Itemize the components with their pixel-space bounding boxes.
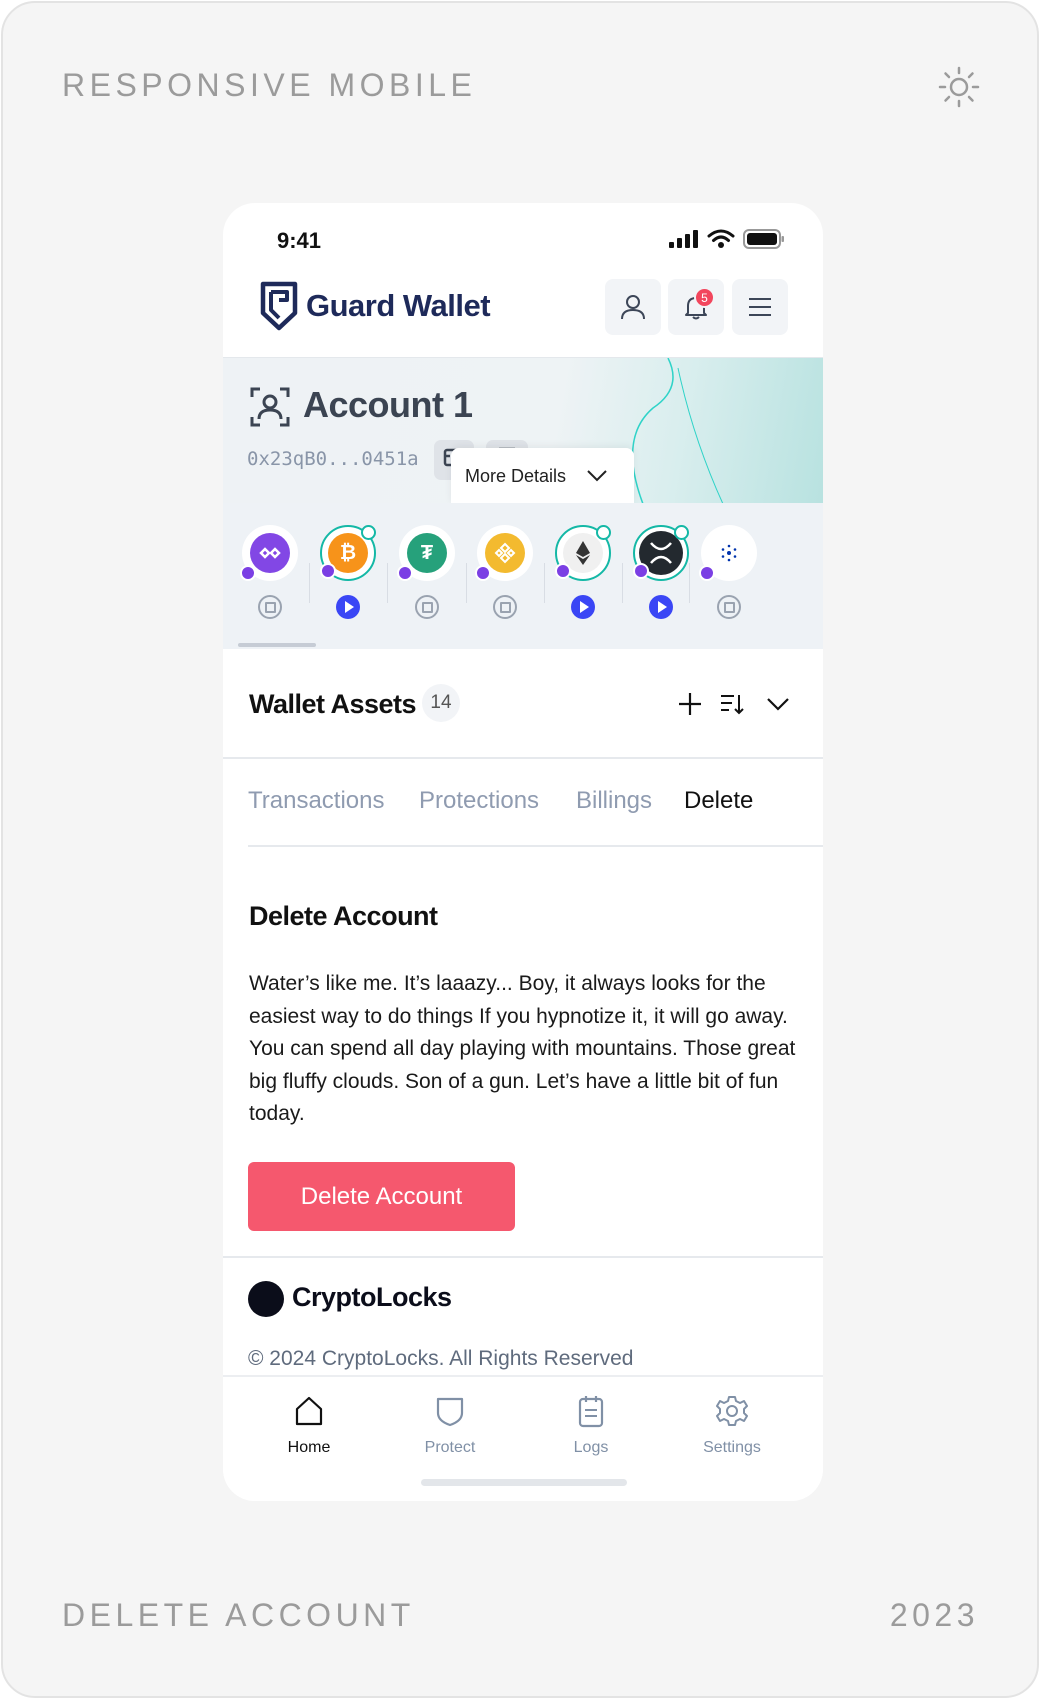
stop-button[interactable] — [493, 595, 517, 619]
home-icon — [295, 1396, 323, 1426]
guard-shield-logo-icon — [260, 281, 298, 331]
link-icon — [397, 565, 413, 581]
link-icon — [699, 565, 715, 581]
user-icon — [621, 295, 645, 320]
logs-icon — [578, 1396, 604, 1428]
coin-xrp[interactable] — [633, 525, 689, 581]
coin-tether[interactable]: ₮ — [397, 525, 455, 581]
delete-account-button[interactable]: Delete Account — [248, 1162, 515, 1231]
menu-icon — [749, 298, 771, 316]
collapse-assets-button[interactable] — [763, 689, 793, 719]
check-icon — [596, 525, 611, 540]
binance-icon — [485, 533, 525, 573]
nav-protect[interactable]: Protect — [395, 1391, 505, 1457]
status-icons — [669, 229, 785, 249]
copyright-text: © 2024 CryptoLocks. All Rights Reserved — [248, 1347, 634, 1370]
nav-logs[interactable]: Logs — [536, 1391, 646, 1457]
nav-settings[interactable]: Settings — [677, 1391, 787, 1457]
wifi-icon — [707, 229, 735, 248]
status-time: 9:41 — [277, 228, 322, 253]
wallet-assets-title: Wallet Assets — [249, 689, 417, 719]
tab-billings[interactable]: Billings — [576, 787, 652, 815]
coin-bitcoin[interactable]: ₿ — [320, 525, 376, 581]
sun-icon[interactable] — [938, 66, 980, 108]
footer-divider — [223, 1256, 823, 1258]
presentation-frame: RESPONSIVE MOBILE DELETE ACCOUNT 2023 9:… — [1, 1, 1039, 1698]
play-button[interactable] — [336, 595, 360, 619]
tether-icon: ₮ — [407, 533, 447, 573]
link-icon — [240, 565, 256, 581]
sort-button[interactable] — [717, 689, 747, 719]
link-icon — [320, 563, 336, 579]
app-header: Guard Wallet 5 — [223, 275, 823, 357]
phone-screen: 9:41 Guard Wallet 5 Account 1 0x23qB0...… — [223, 203, 823, 1501]
wallet-address: 0x23qB0...0451a — [247, 448, 419, 470]
app-logo[interactable]: Guard Wallet — [260, 281, 491, 331]
frame-top-label: RESPONSIVE MOBILE — [62, 67, 477, 103]
plus-icon — [679, 693, 701, 715]
more-details-label: More Details — [465, 465, 567, 486]
gear-icon — [716, 1396, 748, 1426]
account-name: Account 1 — [303, 384, 473, 425]
play-button[interactable] — [649, 595, 673, 619]
frame-year: 2023 — [889, 1597, 979, 1633]
sort-icon — [721, 695, 744, 715]
frame-bottom-label: DELETE ACCOUNT — [62, 1597, 415, 1633]
coin-cardano[interactable] — [699, 525, 757, 581]
delete-account-title: Delete Account — [249, 901, 438, 931]
more-details-dropdown[interactable]: More Details — [451, 448, 634, 504]
polygon-icon — [250, 533, 290, 573]
signal-icon — [669, 230, 698, 248]
divider — [309, 563, 310, 603]
divider — [387, 563, 388, 603]
shield-icon — [436, 1397, 464, 1427]
divider — [622, 563, 623, 603]
coin-binance[interactable] — [475, 525, 533, 581]
app-name: Guard Wallet — [306, 288, 491, 323]
cryptolocks-logo-icon — [248, 1281, 284, 1317]
nav-home[interactable]: Home — [254, 1391, 364, 1457]
link-icon — [475, 565, 491, 581]
account-tabs: Transactions Protections Billings Delete — [248, 759, 823, 847]
cardano-icon — [709, 533, 749, 573]
divider — [689, 563, 690, 603]
battery-icon — [743, 229, 784, 249]
add-asset-button[interactable] — [675, 689, 705, 719]
chevron-down-icon — [587, 470, 607, 482]
carousel-scroll-indicator[interactable] — [238, 643, 316, 647]
banner-decoration — [631, 358, 724, 504]
stop-button[interactable] — [258, 595, 282, 619]
check-icon — [361, 525, 376, 540]
nav-home-label: Home — [287, 1439, 331, 1456]
notification-badge: 5 — [694, 287, 715, 308]
delete-account-description: Water’s like me. It’s laaazy... Boy, it … — [249, 972, 796, 1125]
menu-button[interactable] — [732, 279, 788, 335]
wallet-assets-header: Wallet Assets 14 — [223, 649, 823, 759]
nav-protect-label: Protect — [424, 1439, 476, 1456]
nav-logs-label: Logs — [573, 1439, 609, 1456]
divider — [544, 563, 545, 603]
nav-settings-label: Settings — [703, 1439, 761, 1456]
footer-brand: CryptoLocks — [292, 1282, 452, 1312]
notifications-button[interactable]: 5 — [668, 279, 724, 335]
tab-delete[interactable]: Delete — [684, 787, 753, 815]
chevron-down-icon — [767, 698, 789, 711]
stop-button[interactable] — [415, 595, 439, 619]
check-icon — [674, 525, 689, 540]
coin-polygon[interactable] — [240, 525, 298, 581]
home-indicator[interactable] — [421, 1479, 627, 1486]
assets-count-badge: 14 — [422, 684, 460, 722]
account-banner: Account 1 0x23qB0...0451a More Details — [223, 357, 823, 504]
coin-ethereum[interactable] — [555, 525, 611, 581]
link-icon — [555, 563, 571, 579]
account-scan-icon — [250, 387, 290, 427]
play-button[interactable] — [571, 595, 595, 619]
coin-carousel[interactable]: ₿ ₮ — [223, 503, 823, 649]
profile-button[interactable] — [605, 279, 661, 335]
stop-button[interactable] — [717, 595, 741, 619]
tab-protections[interactable]: Protections — [419, 787, 539, 815]
divider — [466, 563, 467, 603]
link-icon — [633, 563, 649, 579]
tab-transactions[interactable]: Transactions — [248, 787, 385, 815]
